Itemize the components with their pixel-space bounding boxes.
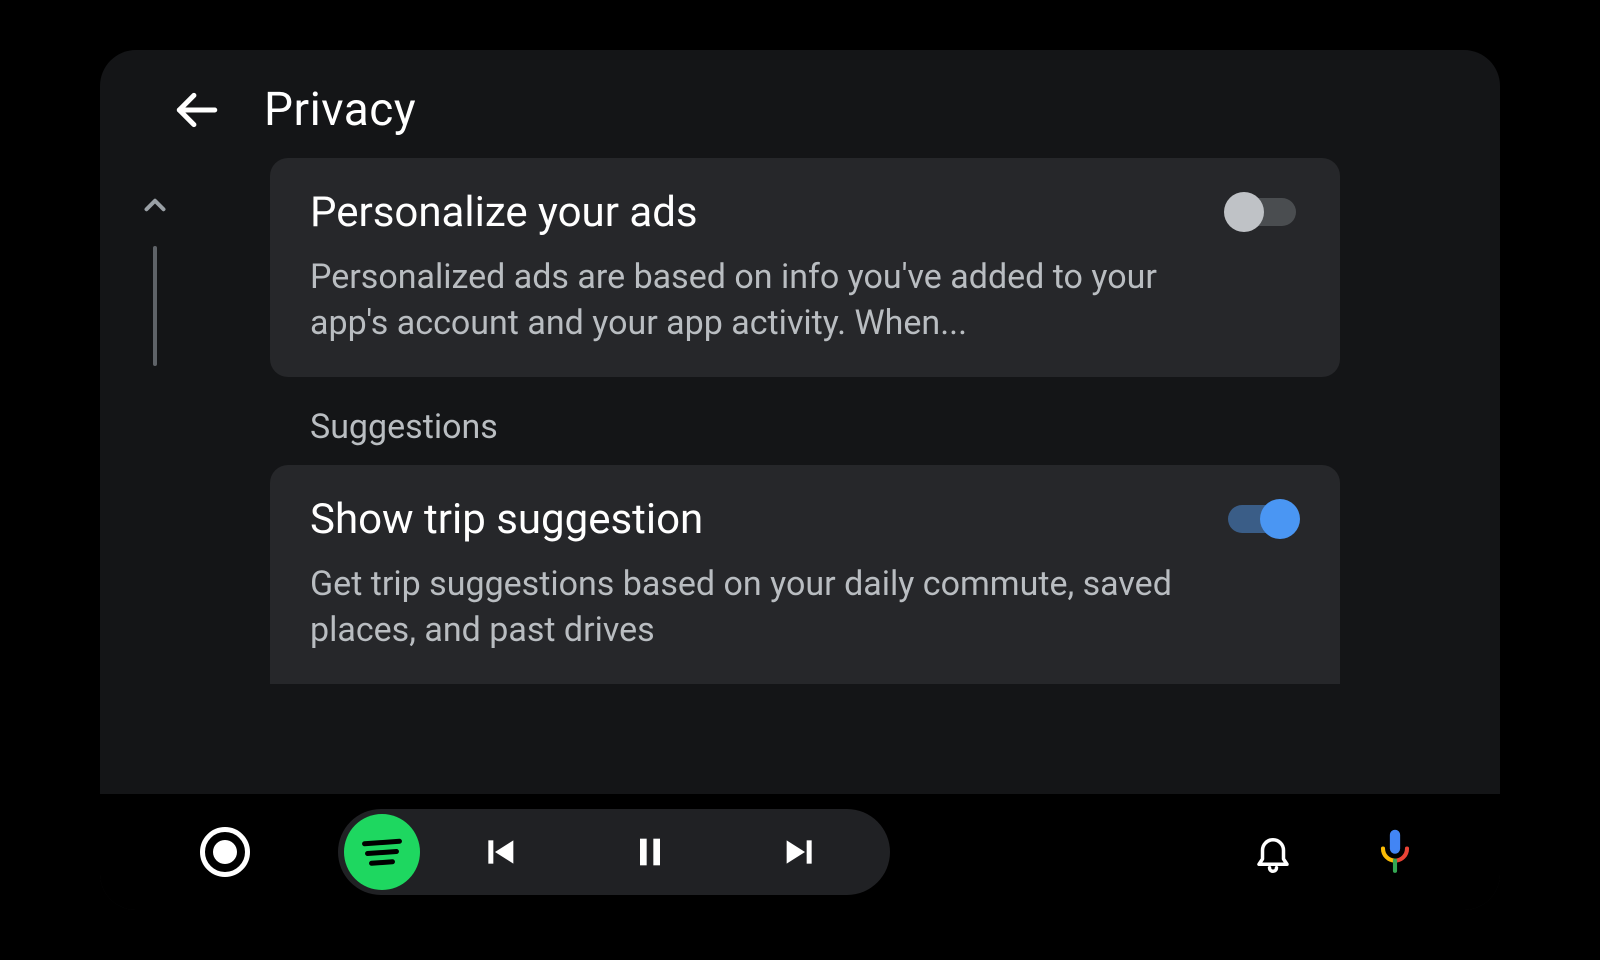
assistant-button[interactable]: [1360, 817, 1430, 887]
header: Privacy: [100, 50, 1500, 158]
toggle-knob: [1224, 192, 1264, 232]
back-arrow-icon: [171, 85, 221, 135]
page-title: Privacy: [264, 83, 416, 137]
play-pause-button[interactable]: [580, 809, 720, 895]
chevron-up-icon: [138, 188, 172, 222]
next-track-button[interactable]: [730, 809, 870, 895]
media-control-pill: [338, 809, 890, 895]
setting-description: Get trip suggestions based on your daily…: [310, 562, 1184, 654]
toggle-personalize-ads[interactable]: [1224, 192, 1300, 232]
scroll-up-button[interactable]: [138, 188, 172, 226]
bell-icon: [1252, 831, 1294, 873]
mic-icon: [1374, 828, 1416, 876]
setting-trip-suggestion[interactable]: Show trip suggestion Get trip suggestion…: [270, 465, 1340, 684]
scroll-track[interactable]: [153, 246, 157, 366]
toggle-trip-suggestion[interactable]: [1224, 499, 1300, 539]
toggle-knob: [1260, 499, 1300, 539]
spotify-icon[interactable]: [344, 814, 420, 890]
setting-personalize-ads[interactable]: Personalize your ads Personalized ads ar…: [270, 158, 1340, 377]
setting-title: Show trip suggestion: [310, 495, 1184, 544]
home-button[interactable]: [200, 827, 250, 877]
previous-track-button[interactable]: [430, 809, 570, 895]
section-label-suggestions: Suggestions: [270, 377, 1340, 465]
pause-icon: [630, 832, 670, 872]
settings-screen: Privacy: [100, 50, 1500, 910]
setting-description: Personalized ads are based on info you'v…: [310, 255, 1184, 347]
skip-previous-icon: [480, 832, 520, 872]
back-button[interactable]: [168, 82, 224, 138]
notifications-button[interactable]: [1238, 817, 1308, 887]
system-bar: [100, 794, 1500, 910]
setting-title: Personalize your ads: [310, 188, 1184, 237]
skip-next-icon: [780, 832, 820, 872]
